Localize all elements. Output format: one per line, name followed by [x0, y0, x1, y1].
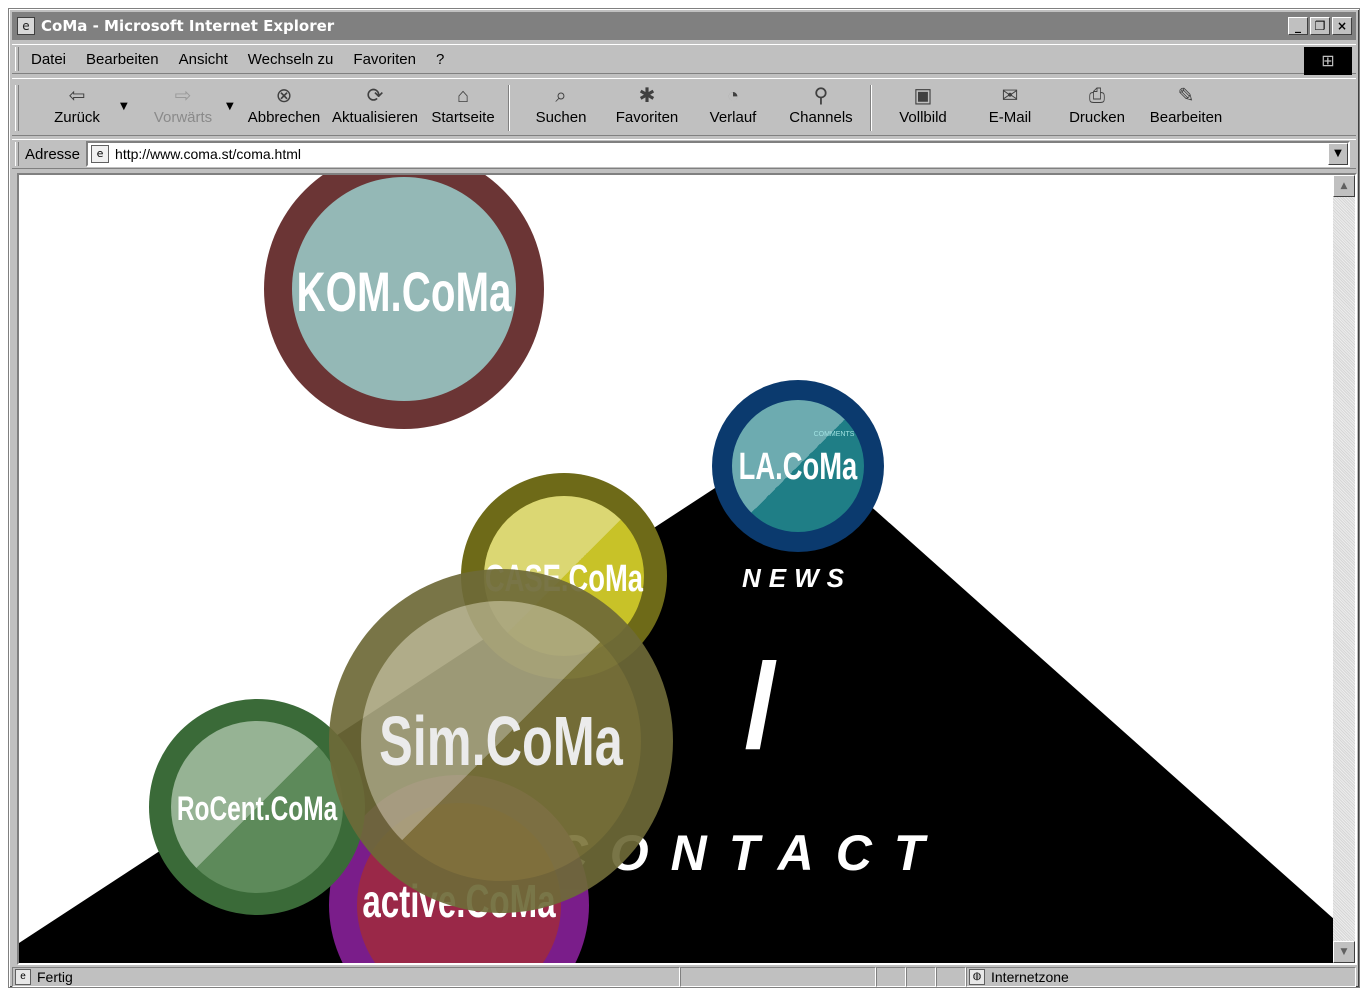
- toolbar-separator: [870, 85, 872, 131]
- stop-label: Abbrechen: [247, 109, 321, 126]
- status-panel-small: [876, 967, 906, 987]
- close-button[interactable]: ×: [1332, 17, 1352, 35]
- menu-datei[interactable]: Datei: [31, 51, 66, 68]
- news-link[interactable]: NEWS: [742, 563, 852, 593]
- window-controls: _ ❐ ×: [1288, 17, 1352, 35]
- standard-toolbar: ⇦ Zurück ▼ ⇨ Vorwärts ▼ ⊗ Abbrechen ⟳ Ak…: [12, 78, 1356, 136]
- la-coma-bubble[interactable]: LA.CoMa COMMENTS: [712, 380, 884, 552]
- address-label: Adresse: [25, 145, 81, 163]
- toolbar-separator: [508, 85, 510, 131]
- status-text-panel: e Fertig: [12, 967, 680, 987]
- menu-help[interactable]: ?: [436, 51, 444, 68]
- sim-coma-bubble[interactable]: Sim.CoMa: [329, 569, 673, 913]
- la-comments-label: COMMENTS: [814, 431, 855, 438]
- home-button[interactable]: ⌂ Startseite: [426, 83, 500, 133]
- scroll-down-icon[interactable]: ▼: [1333, 941, 1355, 963]
- channels-dish-icon: ⚲: [813, 85, 829, 107]
- fullscreen-label: Vollbild: [899, 109, 947, 126]
- fullscreen-button[interactable]: ▣ Vollbild: [888, 83, 958, 133]
- address-url[interactable]: http://www.coma.st/coma.html: [115, 146, 301, 162]
- menubar-grip[interactable]: [15, 47, 19, 71]
- printer-icon: ⎙: [1089, 85, 1105, 107]
- windows-logo-icon: ⊞: [1304, 47, 1352, 75]
- title-bar: e CoMa - Microsoft Internet Explorer _ ❐…: [12, 12, 1356, 40]
- print-button[interactable]: ⎙ Drucken: [1064, 83, 1130, 133]
- edit-label: Bearbeiten: [1149, 109, 1223, 126]
- kom-coma-bubble[interactable]: KOM.CoMa: [264, 175, 544, 429]
- status-panel-small: [936, 967, 966, 987]
- restore-button[interactable]: ❐: [1310, 17, 1330, 35]
- fullscreen-icon: ▣: [913, 85, 933, 107]
- history-label: Verlauf: [709, 109, 757, 126]
- slash-divider: /: [744, 639, 777, 773]
- refresh-label: Aktualisieren: [332, 109, 418, 126]
- channels-label: Channels: [789, 109, 853, 126]
- mail-label: E-Mail: [988, 109, 1032, 126]
- la-coma-label: LA.CoMa: [739, 446, 858, 488]
- refresh-icon: ⟳: [366, 85, 384, 107]
- mail-icon: ✉: [1001, 85, 1019, 107]
- address-input[interactable]: e http://www.coma.st/coma.html ▼: [86, 141, 1350, 167]
- menu-bearbeiten[interactable]: Bearbeiten: [86, 51, 159, 68]
- stop-button[interactable]: ⊗ Abbrechen: [244, 83, 324, 133]
- print-label: Drucken: [1069, 109, 1125, 126]
- history-icon: ◔: [726, 85, 740, 107]
- favorites-button[interactable]: ✱ Favoriten: [610, 83, 684, 133]
- home-label: Startseite: [431, 109, 495, 126]
- refresh-button[interactable]: ⟳ Aktualisieren: [330, 83, 420, 133]
- back-arrow-icon: ⇦: [68, 85, 86, 107]
- page-icon: e: [91, 145, 110, 163]
- menu-bar: Datei Bearbeiten Ansicht Wechseln zu Fav…: [12, 44, 1356, 75]
- back-label: Zurück: [54, 109, 100, 126]
- menu-ansicht[interactable]: Ansicht: [179, 51, 228, 68]
- status-progress-panel: [680, 967, 876, 987]
- stop-icon: ⊗: [275, 85, 293, 107]
- browser-window: e CoMa - Microsoft Internet Explorer _ ❐…: [8, 8, 1360, 988]
- kom-coma-label: KOM.CoMa: [296, 262, 512, 324]
- minimize-button[interactable]: _: [1288, 17, 1308, 35]
- menu-wechseln-zu[interactable]: Wechseln zu: [248, 51, 334, 68]
- address-dropdown-icon[interactable]: ▼: [1328, 143, 1348, 165]
- addressbar-grip[interactable]: [15, 142, 19, 166]
- search-label: Suchen: [535, 109, 587, 126]
- favorites-folder-icon: ✱: [638, 85, 656, 107]
- status-bar: e Fertig ◍ Internetzone: [12, 967, 1356, 987]
- status-text: Fertig: [37, 969, 73, 985]
- channels-button[interactable]: ⚲ Channels: [786, 83, 856, 133]
- search-icon: ⌕: [555, 85, 567, 107]
- forward-arrow-icon: ⇨: [174, 85, 192, 107]
- menu-favoriten[interactable]: Favoriten: [353, 51, 416, 68]
- ie-page-icon: e: [17, 17, 35, 35]
- edit-button[interactable]: ✎ Bearbeiten: [1146, 83, 1226, 133]
- forward-dropdown-icon[interactable]: ▼: [226, 101, 234, 112]
- edit-icon: ✎: [1177, 85, 1195, 107]
- back-button[interactable]: ⇦ Zurück: [42, 83, 112, 133]
- history-button[interactable]: ◔ Verlauf: [702, 83, 764, 133]
- forward-label: Vorwärts: [153, 109, 213, 126]
- back-dropdown-icon[interactable]: ▼: [120, 101, 128, 112]
- page-status-icon: e: [15, 969, 31, 985]
- vertical-scrollbar[interactable]: ▲ ▼: [1333, 175, 1355, 963]
- mail-button[interactable]: ✉ E-Mail: [978, 83, 1042, 133]
- status-panel-small: [906, 967, 936, 987]
- scroll-up-icon[interactable]: ▲: [1333, 175, 1355, 197]
- home-icon: ⌂: [456, 85, 470, 107]
- status-zone-panel: ◍ Internetzone: [966, 967, 1356, 987]
- page-viewport: KOM.CoMa LA.CoMa COMMENTS NEWS / CONTACT: [17, 173, 1357, 965]
- sim-coma-label: Sim.CoMa: [379, 702, 623, 780]
- forward-button[interactable]: ⇨ Vorwärts: [142, 83, 224, 133]
- coma-page-canvas: KOM.CoMa LA.CoMa COMMENTS NEWS / CONTACT: [19, 175, 1335, 963]
- window-title: CoMa - Microsoft Internet Explorer: [41, 17, 335, 35]
- internet-zone-globe-icon: ◍: [969, 969, 985, 985]
- address-bar: Adresse e http://www.coma.st/coma.html ▼: [12, 139, 1356, 169]
- rocent-coma-label: RoCent.CoMa: [177, 790, 338, 828]
- search-button[interactable]: ⌕ Suchen: [526, 83, 596, 133]
- zone-text: Internetzone: [991, 969, 1069, 985]
- toolbar-grip[interactable]: [15, 85, 19, 131]
- favorites-label: Favoriten: [615, 109, 679, 126]
